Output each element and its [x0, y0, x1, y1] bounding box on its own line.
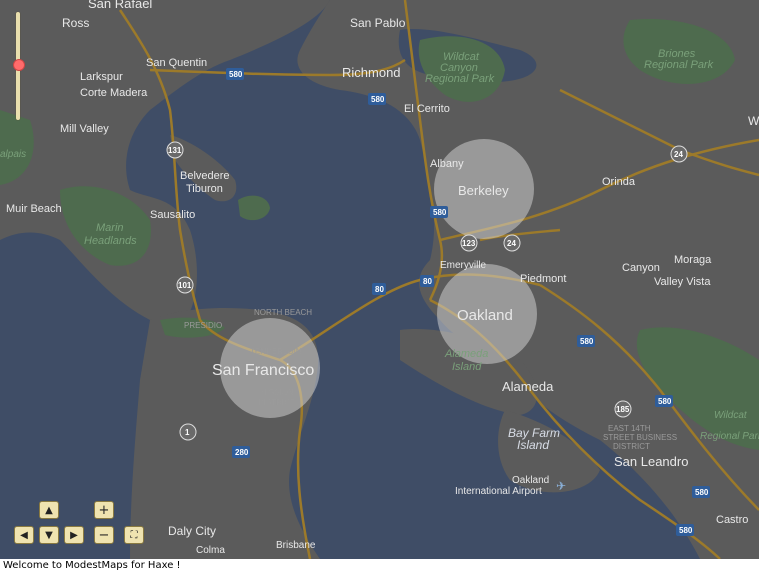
highway-shield-131: 131: [166, 141, 184, 159]
svg-text:80: 80: [423, 277, 432, 286]
label-daly-city: Daly City: [168, 524, 216, 538]
highway-shield-580-d: 580: [577, 335, 595, 347]
label-east14-3: DISTRICT: [613, 442, 650, 451]
highway-shield-580-g: 580: [676, 524, 694, 536]
label-alameda: Alameda: [502, 379, 554, 394]
label-east14-2: STREET BUSINESS: [603, 433, 677, 442]
label-mission-2: DISTRICT: [258, 398, 295, 407]
svg-text:580: 580: [695, 488, 709, 497]
label-tenderloin: TENDERLOIN: [250, 347, 302, 356]
fit-map-button[interactable]: ⛶: [124, 526, 144, 544]
highway-shield-24-a: 24: [670, 145, 688, 163]
label-muir-beach: Muir Beach: [6, 203, 62, 215]
zoom-slider-thumb[interactable]: [13, 59, 25, 71]
label-canyon: Canyon: [622, 262, 660, 274]
label-albany: Albany: [430, 158, 464, 170]
label-san-quentin: San Quentin: [146, 57, 207, 69]
svg-text:580: 580: [658, 397, 672, 406]
svg-text:580: 580: [371, 95, 385, 104]
zoom-in-button[interactable]: +: [94, 501, 114, 519]
label-belvedere: Belvedere: [180, 170, 230, 182]
label-north-beach: NORTH BEACH: [254, 308, 312, 317]
label-castro: Castro: [716, 514, 748, 526]
label-piedmont: Piedmont: [520, 273, 566, 285]
label-san-pablo: San Pablo: [350, 16, 406, 30]
label-mill-valley: Mill Valley: [60, 123, 109, 135]
label-briones-2: Regional Park: [644, 59, 714, 71]
label-alameda-island-1: Alameda: [444, 348, 488, 360]
zoom-slider[interactable]: [13, 12, 25, 120]
label-oakland-air-2: International Airport: [455, 486, 542, 497]
label-presidio: PRESIDIO: [184, 321, 222, 330]
label-ross: Ross: [62, 16, 89, 30]
highway-shield-185: 185: [614, 400, 632, 418]
label-headlands: Headlands: [84, 235, 137, 247]
label-east14-1: EAST 14TH: [608, 424, 651, 433]
label-alameda-island-2: Island: [452, 361, 482, 373]
label-colma: Colma: [196, 545, 225, 556]
label-tiburon: Tiburon: [186, 183, 223, 195]
highway-shield-24-b: 24: [503, 234, 521, 252]
label-emeryville: Emeryville: [440, 260, 487, 271]
label-corte-madera: Corte Madera: [80, 87, 148, 99]
svg-text:1: 1: [185, 428, 190, 437]
highway-shield-280: 280: [232, 446, 250, 458]
airport-icon: ✈: [556, 479, 566, 493]
pan-up-button[interactable]: ▲: [39, 501, 59, 519]
svg-text:580: 580: [580, 337, 594, 346]
label-san-rafael: San Rafael: [88, 0, 152, 11]
highway-shield-580-a: 580: [226, 68, 244, 80]
label-w: W: [748, 114, 759, 128]
label-berkeley: Berkeley: [458, 183, 509, 198]
svg-text:580: 580: [679, 526, 693, 535]
svg-text:123: 123: [462, 239, 476, 248]
label-san-francisco: San Francisco: [212, 362, 314, 379]
svg-text:24: 24: [507, 239, 516, 248]
highway-shield-123: 123: [460, 234, 478, 252]
svg-text:101: 101: [178, 281, 192, 290]
svg-text:131: 131: [168, 146, 182, 155]
highway-shield-580-c: 580: [430, 206, 448, 218]
label-oakland-air-1: Oakland: [512, 475, 549, 486]
zoom-out-button[interactable]: −: [94, 526, 114, 544]
pan-down-button[interactable]: ▼: [39, 526, 59, 544]
map-tiles: 580 580 580 580 580 580 580 131 101 80 8…: [0, 0, 759, 559]
label-wildcat-3: Regional Park: [425, 73, 495, 85]
label-richmond: Richmond: [342, 65, 401, 80]
svg-text:580: 580: [229, 70, 243, 79]
label-alpais: alpais: [0, 149, 26, 160]
highway-shield-80-b: 80: [420, 275, 434, 287]
pan-left-button[interactable]: ◀: [14, 526, 34, 544]
label-wildcat-r-1: Wildcat: [714, 410, 748, 421]
label-wildcat-r-2: Regional Park: [700, 431, 759, 442]
label-valley-vista: Valley Vista: [654, 276, 711, 288]
label-moraga: Moraga: [674, 254, 712, 266]
svg-text:24: 24: [674, 150, 683, 159]
label-bay-farm-2: Island: [517, 438, 549, 452]
svg-text:80: 80: [375, 285, 384, 294]
label-mission-1: MISSION: [260, 388, 294, 397]
label-sausalito: Sausalito: [150, 209, 195, 221]
label-san-leandro: San Leandro: [614, 454, 688, 469]
highway-shield-580-e: 580: [655, 395, 673, 407]
label-orinda: Orinda: [602, 176, 636, 188]
highway-shield-80-a: 80: [372, 283, 386, 295]
status-bar: Welcome to ModestMaps for Haxe !: [0, 559, 759, 572]
label-brisbane: Brisbane: [276, 540, 316, 551]
highway-shield-101: 101: [176, 276, 194, 294]
highway-shield-580-f: 580: [692, 486, 710, 498]
label-oakland: Oakland: [457, 307, 513, 324]
map-canvas[interactable]: 580 580 580 580 580 580 580 131 101 80 8…: [0, 0, 759, 559]
pan-right-button[interactable]: ▶: [64, 526, 84, 544]
svg-text:185: 185: [616, 405, 630, 414]
svg-text:580: 580: [433, 208, 447, 217]
label-larkspur: Larkspur: [80, 71, 123, 83]
label-el-cerrito: El Cerrito: [404, 103, 450, 115]
highway-shield-1: 1: [179, 423, 197, 441]
svg-text:280: 280: [235, 448, 249, 457]
label-marin: Marin: [96, 222, 124, 234]
highway-shield-580-b: 580: [368, 93, 386, 105]
